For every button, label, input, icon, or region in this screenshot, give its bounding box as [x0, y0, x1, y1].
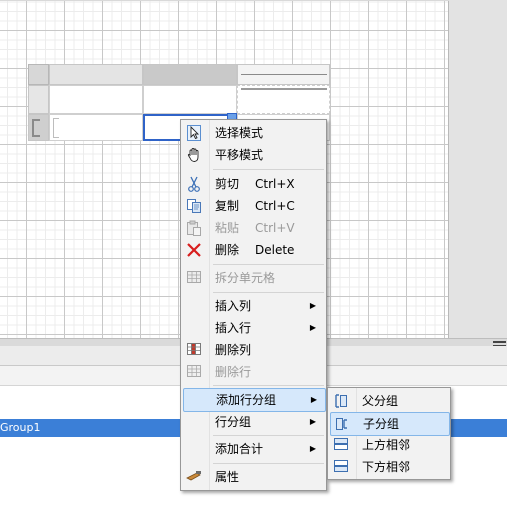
- tablix-column-handle[interactable]: [49, 64, 143, 85]
- canvas-top-border: [0, 0, 449, 1]
- menu-item-add-row-group[interactable]: 添加行分组 ▶: [183, 388, 326, 412]
- menu-item-cut[interactable]: 剪切 Ctrl+X: [183, 173, 324, 195]
- menu-item-delete-column[interactable]: 删除列: [183, 339, 324, 361]
- tablix-cell[interactable]: [49, 85, 143, 114]
- menu-separator: [213, 463, 324, 464]
- menu-item-split-cells[interactable]: 拆分单元格: [183, 267, 324, 289]
- menu-item-select-mode[interactable]: 选择模式: [183, 122, 324, 144]
- cell-top-rule: [241, 88, 327, 91]
- properties-icon: [186, 469, 202, 485]
- menu-item-insert-column[interactable]: 插入列 ▶: [183, 295, 324, 317]
- menu-item-adjacent-below[interactable]: 下方相邻: [330, 456, 448, 478]
- right-panel-strip: [449, 0, 507, 338]
- column-handle-line: [241, 74, 327, 75]
- menu-item-adjacent-above[interactable]: 上方相邻: [330, 434, 448, 456]
- submenu-arrow-icon: ▶: [310, 395, 317, 404]
- tablix-column-handle-selected[interactable]: [143, 64, 237, 85]
- select-mode-icon: [186, 125, 202, 141]
- menu-item-delete[interactable]: 删除 Delete: [183, 239, 324, 261]
- copy-icon: [186, 198, 202, 214]
- menu-item-delete-row[interactable]: 删除行: [183, 361, 324, 383]
- tablix-corner-handle[interactable]: [28, 64, 49, 85]
- row-group-label: Group1: [0, 421, 41, 434]
- menu-item-paste[interactable]: 粘贴 Ctrl+V: [183, 217, 324, 239]
- context-menu: 选择模式 平移模式 剪切 Ctrl+X 复制 Ctrl+C 粘贴 Ctrl+V …: [180, 119, 327, 491]
- menu-separator: [213, 264, 324, 265]
- adjacent-below-icon: [333, 459, 349, 475]
- delete-x-icon: [186, 242, 202, 258]
- tablix-row-handle[interactable]: [28, 85, 49, 114]
- delete-column-icon: [186, 342, 202, 358]
- menu-item-copy[interactable]: 复制 Ctrl+C: [183, 195, 324, 217]
- menu-item-row-group[interactable]: 行分组 ▶: [183, 411, 324, 433]
- menu-separator: [213, 385, 324, 386]
- menu-item-properties[interactable]: 属性: [183, 466, 324, 488]
- group-indicator: [53, 118, 59, 138]
- row-group-bracket-icon: [32, 119, 40, 137]
- menu-item-parent-group[interactable]: 父分组: [330, 390, 448, 412]
- add-row-group-submenu: 父分组 子分组 上方相邻 下方相邻: [327, 387, 451, 480]
- tablix-cell[interactable]: [143, 85, 237, 114]
- menu-item-child-group[interactable]: 子分组: [330, 412, 450, 436]
- tablix-cell[interactable]: [237, 85, 330, 114]
- menu-separator: [213, 292, 324, 293]
- scissors-icon: [186, 176, 202, 192]
- split-cells-icon: [186, 270, 202, 286]
- menu-item-insert-row[interactable]: 插入行 ▶: [183, 317, 324, 339]
- menu-item-pan-mode[interactable]: 平移模式: [183, 144, 324, 166]
- hand-pan-icon: [186, 147, 202, 163]
- delete-row-icon: [186, 364, 202, 380]
- menu-item-add-total[interactable]: 添加合计 ▶: [183, 438, 324, 460]
- parent-group-icon: [333, 393, 349, 409]
- adjacent-above-icon: [333, 437, 349, 453]
- submenu-arrow-icon: ▶: [309, 301, 316, 310]
- menu-separator: [213, 169, 324, 170]
- menu-separator: [213, 435, 324, 436]
- submenu-arrow-icon: ▶: [309, 417, 316, 426]
- submenu-arrow-icon: ▶: [309, 444, 316, 453]
- tablix-cell[interactable]: [49, 114, 143, 141]
- tablix-column-handle[interactable]: [237, 64, 330, 85]
- child-group-icon: [334, 416, 350, 432]
- submenu-arrow-icon: ▶: [309, 323, 316, 332]
- paste-icon: [186, 220, 202, 236]
